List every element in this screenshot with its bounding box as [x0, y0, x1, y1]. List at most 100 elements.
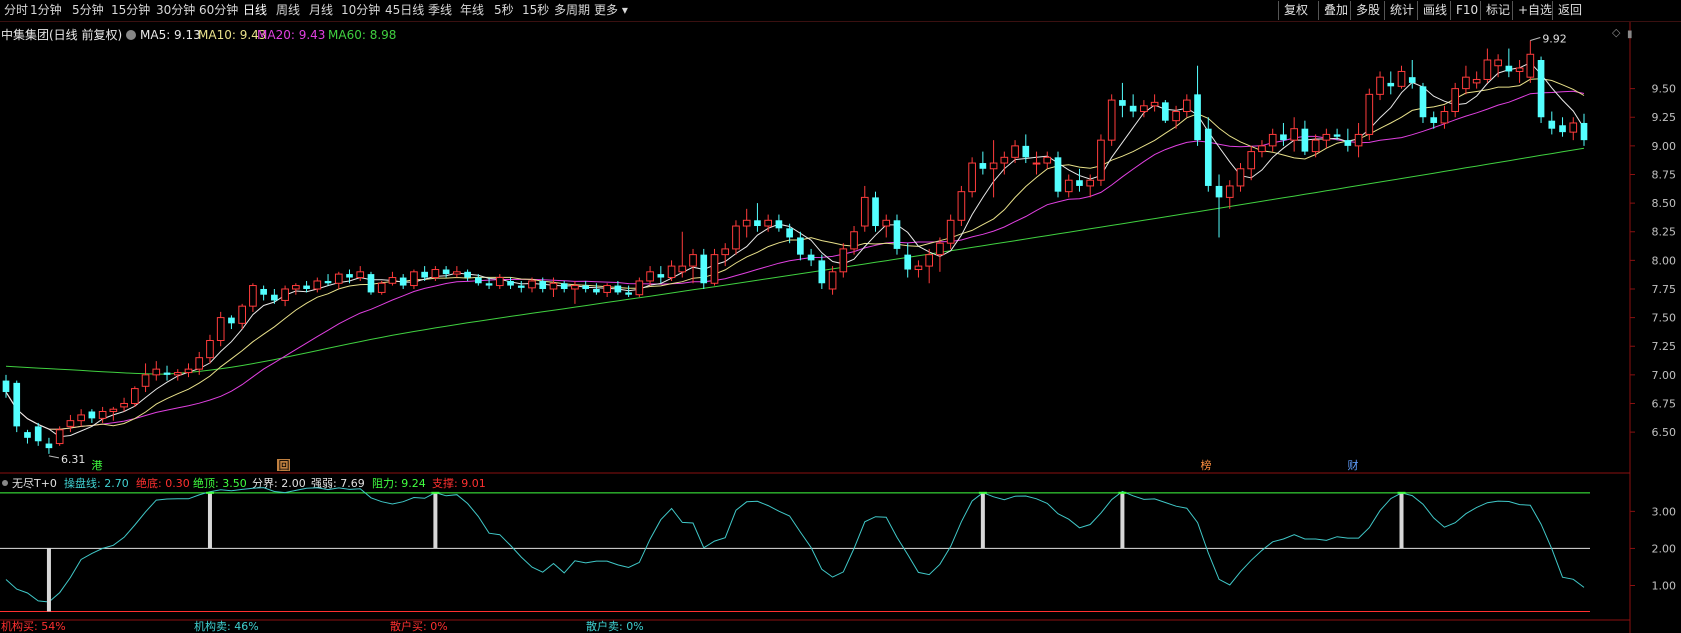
event-marker-text: 港	[92, 459, 103, 472]
toolbar-button-1[interactable]: 叠加	[1318, 1, 1353, 20]
ma10-path	[5, 78, 1585, 430]
candle-body	[1515, 67, 1524, 72]
candle	[700, 248, 708, 289]
candle	[152, 361, 161, 381]
candle-body	[893, 220, 901, 249]
period-tab-3[interactable]: 15分钟	[111, 0, 150, 21]
candle	[1032, 151, 1041, 175]
toolbar-button-6[interactable]: 标记	[1480, 1, 1515, 20]
candle	[141, 363, 150, 393]
toolbar-button-3[interactable]: 统计	[1384, 1, 1419, 20]
candle-body	[228, 317, 235, 324]
candle-body	[1215, 185, 1223, 198]
candle	[1194, 65, 1201, 146]
period-tab-15[interactable]: 多周期	[554, 0, 590, 21]
candle	[1119, 82, 1126, 118]
oscillator-panel: 无尽T+0 操盘线: 2.70 绝底: 0.30 绝顶: 3.50 分界: 2.00 强弱…	[0, 476, 1677, 612]
candle-body	[184, 368, 193, 374]
period-tab-7[interactable]: 周线	[276, 0, 300, 21]
candle-body	[55, 429, 64, 445]
kline-chart[interactable]: 无尽T+0 操盘线: 2.70 绝底: 0.30 绝顶: 3.50 分界: 2.00 强弱…	[0, 22, 1681, 633]
toolbar-button-5[interactable]: F10	[1450, 1, 1483, 20]
price-tick-label: 6.75	[1652, 397, 1677, 410]
candle-body	[346, 274, 353, 278]
candle	[1419, 82, 1427, 123]
candle-body	[495, 277, 504, 287]
signal-bar	[433, 492, 438, 549]
candle	[271, 288, 278, 304]
period-tab-14[interactable]: 15秒	[522, 0, 549, 21]
candle	[1043, 151, 1052, 169]
period-tab-16[interactable]: 更多 ▾	[594, 0, 628, 21]
candle-body	[1559, 125, 1566, 133]
toolbar-button-7[interactable]: +自选	[1512, 1, 1557, 20]
candle	[173, 369, 182, 381]
candle	[936, 237, 944, 272]
period-tab-10[interactable]: 45日线	[385, 0, 424, 21]
candle	[667, 260, 676, 281]
period-tab-13[interactable]: 5秒	[494, 0, 514, 21]
candle-body	[560, 283, 568, 289]
candle-body	[957, 191, 966, 221]
price-tick-label: 9.25	[1652, 111, 1677, 124]
candle-body	[1172, 111, 1180, 122]
toolbar-button-4[interactable]: 画线	[1417, 1, 1452, 20]
candle	[797, 231, 804, 261]
period-tab-0[interactable]: 分时	[4, 0, 28, 21]
operating-line	[5, 487, 1585, 603]
high-label: 9.92	[1542, 33, 1567, 46]
candle-body	[968, 162, 976, 193]
footer-stat-2: 散户买: 0%	[390, 620, 448, 633]
period-tab-1[interactable]: 1分钟	[30, 0, 62, 21]
candle-body	[1333, 134, 1341, 137]
candle-body	[474, 277, 482, 284]
candle-body	[839, 248, 848, 273]
period-tab-8[interactable]: 月线	[309, 0, 333, 21]
toolbar-button-0[interactable]: 复权	[1278, 1, 1313, 20]
candle-body	[1022, 145, 1030, 158]
candle-body	[1204, 128, 1212, 186]
candle	[77, 409, 85, 427]
candle	[163, 365, 171, 381]
candlesticks	[2, 40, 1588, 454]
candle-body	[882, 219, 891, 227]
candle	[410, 269, 418, 289]
osc-tick-label: 1.00	[1652, 579, 1677, 592]
period-tab-12[interactable]: 年线	[460, 0, 484, 21]
candle-body	[1140, 105, 1148, 113]
candle-body	[732, 225, 740, 250]
candle	[184, 363, 193, 378]
toolbar-button-2[interactable]: 多股	[1350, 1, 1385, 20]
candle-body	[1494, 59, 1502, 67]
footer-stat-1: 机构卖: 46%	[194, 620, 259, 633]
toolbar-button-8[interactable]: 返回	[1552, 1, 1587, 20]
event-marker-text: 财	[1348, 458, 1359, 472]
event-marker-text: 榜	[1201, 458, 1212, 472]
candle	[464, 269, 471, 281]
candle	[839, 243, 848, 278]
candle	[313, 277, 322, 293]
candle-body	[872, 197, 879, 227]
period-tab-9[interactable]: 10分钟	[341, 0, 380, 21]
candle	[324, 274, 332, 286]
indicator-icon	[2, 480, 8, 486]
candle-body	[1247, 151, 1256, 170]
candle-body	[45, 443, 53, 449]
candle-body	[1376, 76, 1384, 95]
candle-body	[152, 368, 161, 376]
candle	[281, 285, 289, 307]
signal-bar	[1120, 492, 1125, 549]
price-tick-label: 8.00	[1652, 254, 1677, 267]
period-tab-6[interactable]: 日线	[243, 0, 267, 21]
candle-body	[1290, 128, 1298, 141]
price-tick-label: 6.50	[1652, 426, 1677, 439]
period-tab-2[interactable]: 5分钟	[72, 0, 104, 21]
candle-body	[442, 269, 450, 275]
period-tab-11[interactable]: 季线	[428, 0, 452, 21]
candle	[1301, 120, 1309, 156]
candle	[1280, 122, 1287, 146]
period-tab-4[interactable]: 30分钟	[156, 0, 195, 21]
event-marker-0: 港	[90, 459, 103, 472]
period-tab-5[interactable]: 60分钟	[199, 0, 238, 21]
candle-body	[377, 282, 386, 293]
